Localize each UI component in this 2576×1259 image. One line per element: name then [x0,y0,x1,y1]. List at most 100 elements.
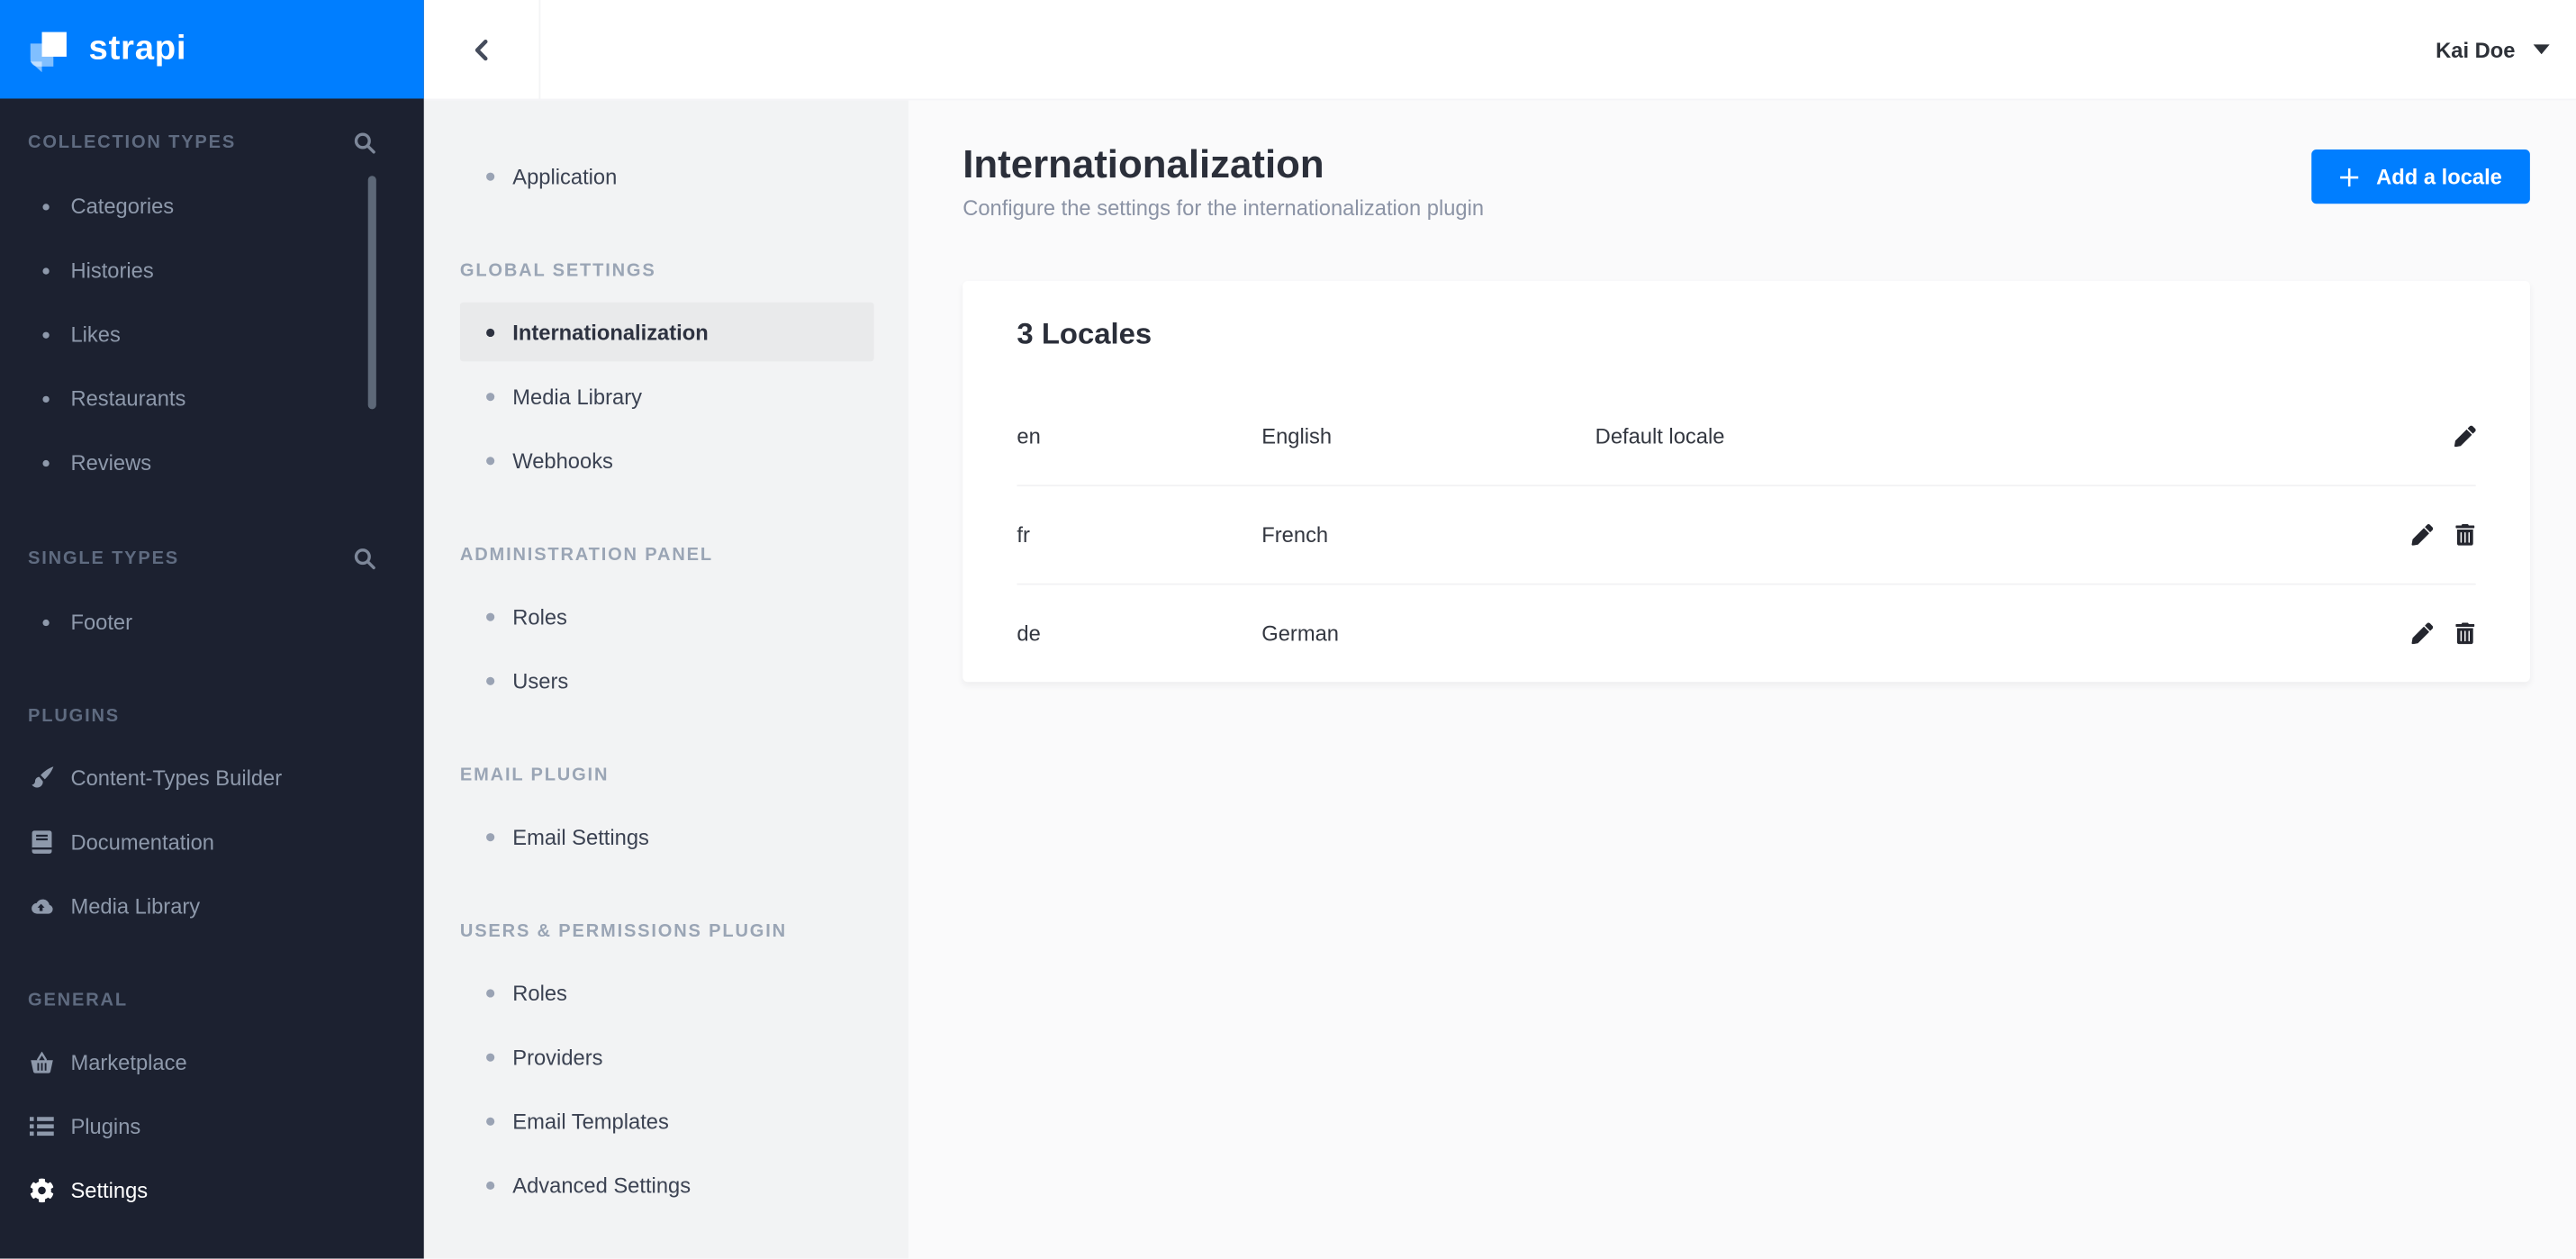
edit-icon[interactable] [2411,622,2434,645]
sidebar-item-footer[interactable]: Footer [0,590,424,654]
locale-note: Default locale [1595,423,1725,449]
search-icon[interactable] [353,131,376,155]
settings-nav-label: Email Templates [512,1108,669,1134]
settings-nav-label: Application [512,163,618,188]
settings-nav-label: Roles [512,980,567,1005]
edit-icon[interactable] [2454,425,2476,448]
content-header: Internationalization Configure the setti… [908,98,2576,220]
settings-nav-item-admin-users[interactable]: Users [460,651,874,711]
sidebar-item-label: Content-Types Builder [70,765,283,791]
settings-nav-label: Email Settings [512,824,649,849]
sidebar-item-label: Likes [70,322,121,347]
sidebar-item-categories[interactable]: Categories [0,174,424,238]
locale-code: fr [1017,522,1030,548]
logo-text: strapi [88,29,187,68]
locale-row-en[interactable]: en English Default locale [1017,388,2476,485]
sidebar-item-settings[interactable]: Settings [0,1158,424,1222]
bullet-icon [486,328,495,337]
locales-table: en English Default locale fr French de G… [963,388,2530,683]
sidebar-item-histories[interactable]: Histories [0,239,424,303]
delete-icon[interactable] [2454,524,2476,546]
locale-row-de[interactable]: de German [1017,583,2476,682]
settings-nav-label: Advanced Settings [512,1172,691,1198]
settings-nav-label: Providers [512,1044,603,1069]
locale-code: de [1017,620,1041,647]
sidebar-item-plugins[interactable]: Plugins [0,1094,424,1158]
settings-nav-item-admin-roles[interactable]: Roles [460,586,874,646]
cloud-upload-icon [28,896,54,916]
plus-icon [2340,167,2360,186]
settings-nav-item-providers[interactable]: Providers [460,1027,874,1086]
sidebar-item-label: Histories [70,258,154,283]
delete-icon[interactable] [2454,622,2476,645]
list-icon [28,1116,54,1137]
settings-nav-item-application[interactable]: Application [460,146,874,205]
settings-nav-item-advanced-settings[interactable]: Advanced Settings [460,1155,874,1215]
search-icon[interactable] [353,548,376,571]
top-bar: Kai Doe [423,0,2576,101]
settings-nav-item-up-roles[interactable]: Roles [460,963,874,1022]
settings-section-administration-panel: ADMINISTRATION PANEL [459,545,713,566]
sidebar-item-likes[interactable]: Likes [0,303,424,367]
user-menu[interactable]: Kai Doe [2436,37,2576,61]
settings-nav-label: Webhooks [512,448,613,473]
page-title: Internationalization [963,142,1324,188]
settings-nav-label: Media Library [512,384,642,409]
titles: Internationalization Configure the setti… [963,141,1484,221]
settings-nav-label: Users [512,667,569,693]
sidebar-item-content-types-builder[interactable]: Content-Types Builder [0,746,424,810]
bullet-icon [42,203,50,210]
sidebar-item-documentation[interactable]: Documentation [0,811,424,874]
paintbrush-icon [28,765,54,790]
sidebar-item-label: Reviews [70,449,152,476]
bullet-icon [42,618,50,626]
sidebar-item-label: Documentation [70,829,215,855]
sidebar-item-label: Marketplace [70,1049,187,1075]
strapi-logo[interactable]: strapi [0,0,424,99]
sidebar-scrollbar-thumb[interactable] [367,176,376,410]
page-subtitle: Configure the settings for the internati… [963,195,1485,221]
locales-card-title: 3 Locales [1017,317,1152,350]
main-sidebar: strapi COLLECTION TYPES Categories Histo… [0,0,424,1259]
user-name: Kai Doe [2436,37,2516,62]
section-label: PLUGINS [28,706,121,727]
bullet-icon [42,394,50,403]
row-actions [2411,622,2476,645]
section-label: GENERAL [28,991,128,1011]
bullet-icon [486,1116,495,1125]
sidebar-item-label: Media Library [70,893,201,919]
add-locale-button[interactable]: Add a locale [2311,149,2530,204]
bullet-icon [486,392,495,401]
back-button[interactable] [423,0,541,99]
settings-nav-label: Roles [512,603,567,629]
settings-section-email-plugin: EMAIL PLUGIN [459,765,610,786]
main-content: Internationalization Configure the setti… [908,98,2576,1259]
sidebar-item-media-library[interactable]: Media Library [0,874,424,938]
settings-nav-label: Internationalization [512,319,709,345]
settings-nav-item-media-library[interactable]: Media Library [460,367,874,426]
sidebar-item-restaurants[interactable]: Restaurants [0,367,424,430]
bullet-icon [486,611,495,620]
locale-name: English [1261,423,1333,449]
locale-row-fr[interactable]: fr French [1017,485,2476,583]
settings-nav-item-email-settings[interactable]: Email Settings [460,807,874,866]
bullet-icon [486,675,495,684]
settings-nav-item-webhooks[interactable]: Webhooks [460,430,874,490]
section-label: COLLECTION TYPES [28,132,237,153]
settings-nav-item-email-templates[interactable]: Email Templates [460,1091,874,1151]
sidebar-item-label: Plugins [70,1114,141,1139]
settings-nav-item-internationalization[interactable]: Internationalization [459,302,874,362]
book-icon [28,829,54,854]
gear-icon [28,1178,54,1203]
locale-name: French [1261,522,1329,548]
chevron-left-icon [469,37,493,61]
edit-icon[interactable] [2411,524,2434,546]
locale-name: German [1261,620,1339,647]
sidebar-item-marketplace[interactable]: Marketplace [0,1030,424,1094]
section-collection-types: COLLECTION TYPES [28,131,376,155]
sidebar-item-label: Restaurants [70,385,186,412]
sidebar-item-reviews[interactable]: Reviews [0,430,424,494]
bullet-icon [486,832,495,841]
settings-section-users-permissions-plugin: USERS & PERMISSIONS PLUGIN [459,921,787,942]
row-actions [2411,524,2476,546]
